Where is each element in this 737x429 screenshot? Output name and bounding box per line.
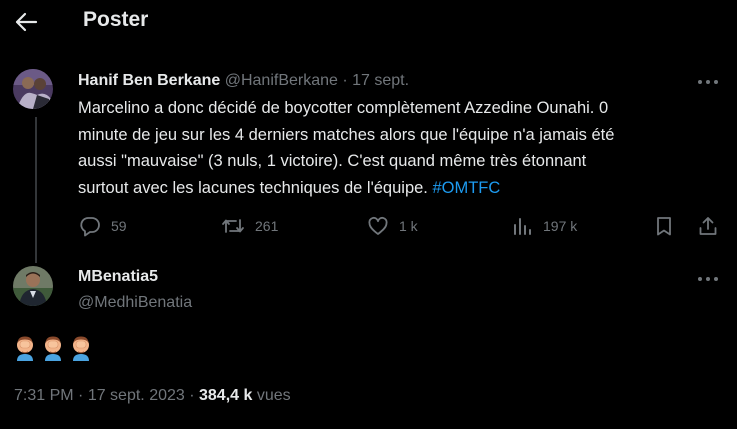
tweet-text-segment: surtout avec les lacunes techniques de l… [78, 178, 433, 197]
tweet-author-row: Hanif Ben Berkane @HanifBerkane · 17 sep… [78, 72, 409, 90]
separator-dot: · [184, 387, 199, 404]
retweet-count: 261 [255, 218, 279, 234]
tweet-text-line: surtout avec les lacunes techniques de l… [78, 175, 718, 202]
heart-icon [368, 216, 388, 235]
reply-author-handle[interactable]: @MedhiBenatia [78, 294, 192, 312]
reply-text [14, 334, 92, 362]
tweet-metadata: 7:31 PM · 17 sept. 2023 · 384,4 k vues [14, 387, 291, 405]
bookmark-icon [657, 217, 671, 236]
back-arrow-icon[interactable] [14, 10, 40, 34]
page-title: Poster [83, 8, 149, 31]
more-options-icon[interactable] [698, 77, 720, 87]
hashtag-link[interactable]: #OMTFC [432, 179, 500, 197]
bookmark-button[interactable] [653, 213, 675, 239]
view-count: 384,4 k [199, 387, 253, 404]
like-count: 1 k [399, 218, 418, 234]
reply-icon [80, 217, 100, 237]
tweet-time[interactable]: 7:31 PM [14, 387, 74, 404]
avatar[interactable] [13, 69, 53, 109]
more-options-icon[interactable] [698, 274, 720, 284]
reply-author-display-name[interactable]: MBenatia5 [78, 268, 158, 286]
share-button[interactable] [697, 213, 719, 239]
author-handle[interactable]: @HanifBerkane [225, 72, 338, 89]
separator-dot: · [337, 72, 353, 89]
retweet-button[interactable]: 261 [221, 213, 278, 239]
analytics-icon [514, 218, 531, 235]
tweet-text: Marcelino a donc décidé de boycotter com… [78, 95, 718, 201]
facepalm-emoji-icon [17, 336, 33, 361]
tweet-date[interactable]: 17 sept. [352, 72, 409, 89]
top-bar: Poster [0, 0, 737, 44]
reply-button[interactable]: 59 [79, 213, 127, 239]
tweet-text-line: Marcelino a donc décidé de boycotter com… [78, 99, 609, 117]
views-label: vues [252, 387, 291, 404]
thread-connector-line [35, 117, 37, 263]
reply-count: 59 [111, 218, 127, 234]
share-icon [699, 217, 717, 235]
tweet-text-line: minute de jeu sur les 4 derniers matches… [78, 125, 615, 144]
retweet-icon [222, 219, 244, 233]
facepalm-emoji-icon [45, 336, 61, 361]
facepalm-emoji-icon [73, 336, 89, 361]
views-button[interactable]: 197 k [511, 213, 577, 239]
tweet-full-date[interactable]: 17 sept. 2023 [88, 387, 185, 404]
tweet-text-line: aussi "mauvaise" (3 nuls, 1 victoire). C… [78, 152, 587, 170]
views-count: 197 k [543, 218, 578, 234]
author-display-name[interactable]: Hanif Ben Berkane [78, 72, 220, 89]
like-button[interactable]: 1 k [367, 213, 418, 239]
separator-dot: · [73, 387, 88, 404]
avatar[interactable] [13, 266, 53, 306]
